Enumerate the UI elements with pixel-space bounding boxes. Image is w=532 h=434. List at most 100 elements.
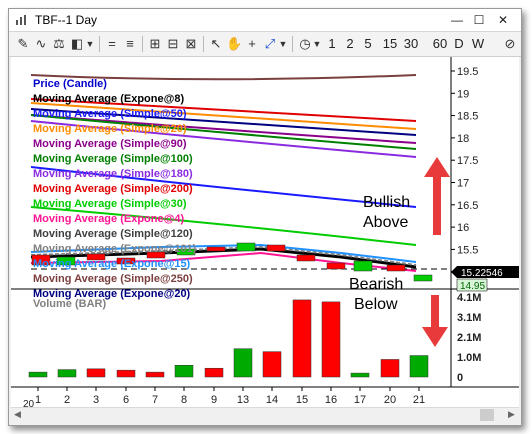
x-tick-label: 15 — [296, 394, 308, 406]
bearish-arrow-shaft — [431, 295, 439, 329]
legend-item: Moving Average (Simple@100) — [33, 153, 193, 165]
legend-item: Moving Average (Simple@180) — [33, 168, 193, 180]
toolbar-separator — [99, 36, 100, 52]
period-button-d[interactable]: D — [452, 35, 466, 53]
bullish-arrow-head — [424, 157, 450, 177]
x-tick-label: 1 — [35, 394, 41, 406]
grid-icon[interactable]: ⊟ — [165, 35, 181, 53]
legend-item: Moving Average (Simple@30) — [33, 198, 187, 210]
volume-tick-label: 2.1M — [457, 332, 481, 344]
period-button-w[interactable]: W — [471, 35, 485, 53]
trendline-icon[interactable]: ⤢ — [262, 35, 278, 53]
price-tick-label: 19.5 — [457, 66, 478, 78]
scroll-right-icon[interactable]: ▶ — [508, 409, 515, 420]
chart-type-dropdown-icon[interactable]: ▼ — [85, 35, 95, 53]
crosshair-box-icon[interactable]: ⊞ — [147, 35, 163, 53]
volume-panel-title: Volume (BAR) — [33, 298, 106, 310]
volume-bar — [262, 351, 282, 378]
waveform-icon[interactable]: ∿ — [33, 35, 49, 53]
toolbar-separator — [203, 36, 204, 52]
draw-line-icon[interactable]: ✎ — [15, 35, 31, 53]
legend-item: Moving Average (Simple@250) — [33, 273, 193, 285]
toolbar-separator — [142, 36, 143, 52]
legend-item: Moving Average (Simple@50) — [33, 108, 187, 120]
volume-bar — [86, 368, 106, 378]
chart-area[interactable]: 19.51918.51817.51716.51615.515Price (Can… — [11, 57, 519, 415]
chart-canvas[interactable]: 19.51918.51817.51716.51615.515Price (Can… — [11, 57, 519, 410]
clock-icon[interactable]: ◷ — [297, 35, 313, 53]
volume-bar — [28, 371, 48, 378]
volume-bar — [233, 348, 253, 378]
x-tick-label: 13 — [237, 394, 249, 406]
price-tick-label: 19 — [457, 88, 469, 100]
price-tick-label: 16.5 — [457, 200, 478, 212]
price-tick-label: 15.5 — [457, 244, 478, 256]
price-tick-label: 16 — [457, 222, 469, 234]
list-icon[interactable]: ≡ — [122, 35, 138, 53]
period-button-15[interactable]: 15 — [379, 35, 401, 53]
volume-bar — [350, 372, 370, 378]
legend-item: Moving Average (Expone@101) — [33, 243, 197, 255]
volume-bar — [57, 369, 77, 378]
scroll-thumb[interactable] — [480, 409, 494, 421]
hand-icon[interactable]: ✋ — [226, 35, 242, 53]
price-tick-label: 18.5 — [457, 111, 478, 123]
period-button-60[interactable]: 60 — [429, 35, 451, 53]
legend-item: Moving Average (Simple@20) — [33, 123, 187, 135]
minimize-button[interactable]: — — [449, 13, 465, 27]
x-tick-label: 6 — [123, 394, 129, 406]
period-button-5[interactable]: 5 — [361, 35, 375, 53]
legend-item: Moving Average (Expone@8) — [33, 93, 184, 105]
legend-item: Moving Average (Expone@4) — [33, 213, 184, 225]
period-dropdown-icon[interactable]: ▼ — [312, 35, 322, 53]
x-tick-label: 2 — [64, 394, 70, 406]
bullish-arrow-shaft — [433, 177, 441, 235]
price-tick-label: 18 — [457, 133, 469, 145]
price-candle — [266, 244, 286, 252]
annotation-bullish-line2: Above — [363, 214, 408, 231]
window-title: TBF--1 Day — [35, 13, 98, 27]
price-candle — [236, 242, 256, 252]
crosshair-icon[interactable]: + — [244, 35, 260, 53]
x-tick-label: 14 — [266, 394, 278, 406]
period-button-2[interactable]: 2 — [343, 35, 357, 53]
annotation-bearish-line1: Bearish — [349, 276, 403, 293]
x-tick-label: 9 — [211, 394, 217, 406]
volume-bar — [145, 371, 165, 378]
x-tick-label: 3 — [93, 394, 99, 406]
volume-tick-label: 4.1M — [457, 292, 481, 304]
pointer-icon[interactable]: ↖ — [208, 35, 224, 53]
volume-tick-label: 0 — [457, 372, 463, 384]
chart-type-icon[interactable]: ◧ — [69, 35, 85, 53]
month-label: 20 — [23, 399, 35, 407]
price-tick-label: 17 — [457, 178, 469, 190]
trendline-dropdown-icon[interactable]: ▼ — [278, 35, 288, 53]
annotation-bearish-line2: Below — [354, 296, 398, 313]
period-button-1[interactable]: 1 — [325, 35, 339, 53]
second-price-label: 14.95 — [460, 281, 485, 292]
volume-bar — [174, 365, 194, 378]
volume-tick-label: 1.0M — [457, 352, 481, 364]
horizontal-line-icon[interactable]: = — [104, 35, 120, 53]
price-tick-label: 17.5 — [457, 155, 478, 167]
scale-icon[interactable]: ⚖ — [51, 35, 67, 53]
x-tick-label: 16 — [325, 394, 337, 406]
maximize-button[interactable]: ☐ — [471, 13, 487, 27]
price-candle — [386, 264, 406, 272]
zoom-fit-icon[interactable]: ⊠ — [183, 35, 199, 53]
horizontal-scrollbar[interactable]: ◀ ▶ — [11, 407, 519, 422]
annotation-bullish-line1: Bullish — [363, 194, 410, 211]
bearish-arrow-head — [422, 327, 448, 347]
cancel-icon[interactable]: ⊘ — [502, 35, 518, 53]
legend-item: Moving Average (Simple@200) — [33, 183, 193, 195]
last-price-pointer — [451, 266, 457, 278]
volume-bar — [204, 367, 224, 378]
x-tick-label: 17 — [354, 394, 366, 406]
period-button-30[interactable]: 30 — [400, 35, 422, 53]
x-tick-label: 8 — [181, 394, 187, 406]
scroll-left-icon[interactable]: ◀ — [14, 409, 21, 420]
close-button[interactable]: ✕ — [495, 13, 511, 27]
volume-bar — [321, 301, 341, 378]
chart-window: TBF--1 Day — ☐ ✕ ✎ ∿ ⚖ ◧ ▼ = ≡ ⊞ ⊟ ⊠ ↖ ✋… — [8, 8, 522, 426]
price-candle — [206, 246, 226, 252]
